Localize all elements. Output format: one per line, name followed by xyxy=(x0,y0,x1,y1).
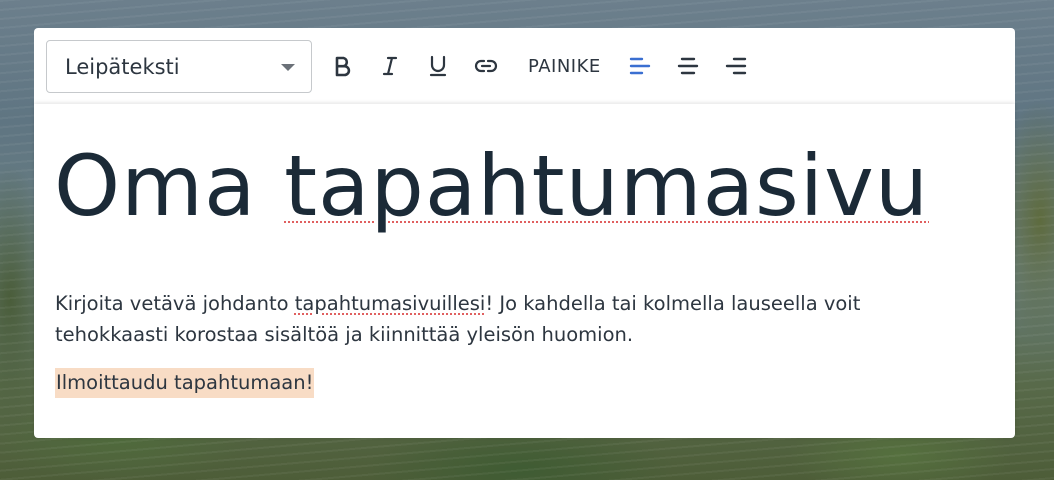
align-right-button[interactable] xyxy=(718,48,754,84)
link-button[interactable] xyxy=(468,48,504,84)
link-icon xyxy=(474,59,498,73)
align-center-button[interactable] xyxy=(670,48,706,84)
editor-content-area[interactable]: Oma tapahtumasivu Kirjoita vetävä johdan… xyxy=(34,104,1015,438)
text-style-select[interactable]: Leipäteksti xyxy=(46,40,312,93)
align-center-icon xyxy=(677,57,699,75)
register-cta-text[interactable]: Ilmoittaudu tapahtumaan! xyxy=(55,368,315,398)
heading-misspelled-word: tapahtumasivu xyxy=(284,137,930,235)
align-left-button[interactable] xyxy=(622,48,658,84)
heading-text-part: Oma xyxy=(54,137,285,235)
underline-button[interactable] xyxy=(420,48,456,84)
underline-icon xyxy=(429,55,447,77)
page-heading[interactable]: Oma tapahtumasivu xyxy=(54,136,929,236)
intro-text-part: Kirjoita vetävä johdanto xyxy=(55,292,295,315)
chevron-down-icon xyxy=(281,64,295,71)
bold-icon xyxy=(335,56,351,77)
intro-paragraph[interactable]: Kirjoita vetävä johdanto tapahtumasivuil… xyxy=(55,288,955,350)
align-right-icon xyxy=(725,57,747,75)
intro-misspelled-word: tapahtumasivuillesi xyxy=(294,292,486,315)
button-insert-button[interactable]: PAINIKE xyxy=(528,48,601,84)
text-style-value: Leipäteksti xyxy=(65,55,180,79)
align-left-icon xyxy=(629,57,651,75)
italic-icon xyxy=(382,56,398,76)
editor-toolbar: Leipäteksti PAINIKE xyxy=(34,28,1015,104)
bold-button[interactable] xyxy=(324,48,360,84)
italic-button[interactable] xyxy=(372,48,408,84)
